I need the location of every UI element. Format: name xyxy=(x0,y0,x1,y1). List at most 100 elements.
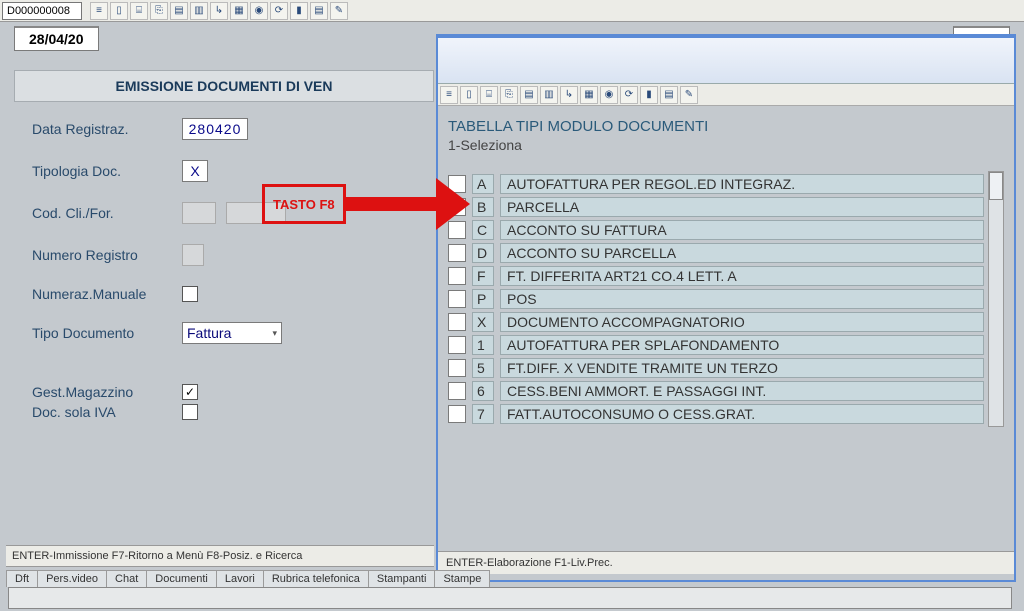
data-registraz-label: Data Registraz. xyxy=(32,121,172,137)
row-select-box[interactable] xyxy=(448,221,466,239)
toolbar-icon-10[interactable]: ▮ xyxy=(290,2,308,20)
row-select-box[interactable] xyxy=(448,405,466,423)
row-code: C xyxy=(472,220,494,240)
row-select-box[interactable] xyxy=(448,244,466,262)
toolbar-icon-9[interactable]: ⟳ xyxy=(620,86,638,104)
tab-stampanti[interactable]: Stampanti xyxy=(368,570,436,587)
row-code: 7 xyxy=(472,404,494,424)
list-row[interactable]: F FT. DIFFERITA ART21 CO.4 LETT. A xyxy=(448,266,984,286)
row-description: CESS.BENI AMMORT. E PASSAGGI INT. xyxy=(500,381,984,401)
tab-documenti[interactable]: Documenti xyxy=(146,570,217,587)
toolbar-icon-6[interactable]: ↳ xyxy=(560,86,578,104)
list-row[interactable]: CACCONTO SU FATTURA xyxy=(448,220,984,240)
tab-rubrica-telefonica[interactable]: Rubrica telefonica xyxy=(263,570,369,587)
tab-pers-video[interactable]: Pers.video xyxy=(37,570,107,587)
row-description: FT. DIFFERITA ART21 CO.4 LETT. A xyxy=(500,266,984,286)
toolbar-icon-7[interactable]: ▦ xyxy=(580,86,598,104)
row-description: ACCONTO SU PARCELLA xyxy=(500,243,984,263)
row-select-box[interactable] xyxy=(448,382,466,400)
toolbar-icon-6[interactable]: ↳ xyxy=(210,2,228,20)
row-description: AUTOFATTURA PER REGOL.ED INTEGRAZ. xyxy=(500,174,984,194)
tipo-documento-label: Tipo Documento xyxy=(32,325,172,341)
toolbar-icon-5[interactable]: ▥ xyxy=(190,2,208,20)
toolbar-icon-4[interactable]: ▤ xyxy=(170,2,188,20)
cod-cli-input-2[interactable] xyxy=(226,202,286,224)
numero-registro-label: Numero Registro xyxy=(32,247,172,263)
toolbar-icon-12[interactable]: ✎ xyxy=(680,86,698,104)
popup-subheading: 1-Seleziona xyxy=(448,137,1004,153)
toolbar-icon-7[interactable]: ▦ xyxy=(230,2,248,20)
tab-chat[interactable]: Chat xyxy=(106,570,147,587)
tipologia-doc-input[interactable]: X xyxy=(182,160,208,182)
toolbar-icon-5[interactable]: ▥ xyxy=(540,86,558,104)
numeraz-manuale-checkbox[interactable] xyxy=(182,286,198,302)
toolbar-icon-11[interactable]: ▤ xyxy=(660,86,678,104)
row-select-box[interactable] xyxy=(448,336,466,354)
toolbar-icon-1[interactable]: ▯ xyxy=(460,86,478,104)
row-select-box[interactable] xyxy=(448,313,466,331)
list-row[interactable]: D ACCONTO SU PARCELLA xyxy=(448,243,984,263)
popup-list: AAUTOFATTURA PER REGOL.ED INTEGRAZ. BPARC… xyxy=(448,171,984,427)
list-row[interactable]: BPARCELLA xyxy=(448,197,984,217)
numero-registro-input[interactable] xyxy=(182,244,204,266)
row-select-box[interactable] xyxy=(448,175,466,193)
cod-cli-input-1[interactable] xyxy=(182,202,216,224)
row-description: FATT.AUTOCONSUMO O CESS.GRAT. xyxy=(500,404,984,424)
popup-window: ≡▯⌸⎘▤▥↳▦◉⟳▮▤✎ TABELLA TIPI MODULO DOCUME… xyxy=(436,34,1016,582)
row-code: X xyxy=(472,312,494,332)
doc-sola-iva-checkbox[interactable] xyxy=(182,404,198,420)
toolbar-icon-12[interactable]: ✎ xyxy=(330,2,348,20)
toolbar-icon-11[interactable]: ▤ xyxy=(310,2,328,20)
tab-lavori[interactable]: Lavori xyxy=(216,570,264,587)
row-description: PARCELLA xyxy=(500,197,984,217)
scrollbar[interactable] xyxy=(988,171,1004,427)
tab-dft[interactable]: Dft xyxy=(6,570,38,587)
toolbar-icon-0[interactable]: ≡ xyxy=(90,2,108,20)
gest-magazzino-label: Gest.Magazzino xyxy=(32,384,172,400)
toolbar-icon-8[interactable]: ◉ xyxy=(250,2,268,20)
list-row[interactable]: 5FT.DIFF. X VENDITE TRAMITE UN TERZO xyxy=(448,358,984,378)
toolbar-icon-4[interactable]: ▤ xyxy=(520,86,538,104)
gest-magazzino-checkbox[interactable]: ✓ xyxy=(182,384,198,400)
toolbar-icon-2[interactable]: ⌸ xyxy=(130,2,148,20)
date-field: 28/04/20 xyxy=(14,26,99,51)
toolbar-icon-9[interactable]: ⟳ xyxy=(270,2,288,20)
popup-toolbar: ≡▯⌸⎘▤▥↳▦◉⟳▮▤✎ xyxy=(438,84,1014,106)
document-id-field[interactable]: D000000008 xyxy=(2,2,82,20)
tipologia-doc-label: Tipologia Doc. xyxy=(32,163,172,179)
list-row[interactable]: PPOS xyxy=(448,289,984,309)
row-select-box[interactable] xyxy=(448,198,466,216)
row-description: DOCUMENTO ACCOMPAGNATORIO xyxy=(500,312,984,332)
row-select-box[interactable] xyxy=(448,267,466,285)
list-row[interactable]: 7 FATT.AUTOCONSUMO O CESS.GRAT. xyxy=(448,404,984,424)
popup-heading: TABELLA TIPI MODULO DOCUMENTI xyxy=(448,118,1004,135)
main-status-bar: ENTER-Immissione F7-Ritorno a Menù F8-Po… xyxy=(6,545,434,567)
row-select-box[interactable] xyxy=(448,290,466,308)
toolbar-icon-8[interactable]: ◉ xyxy=(600,86,618,104)
list-row[interactable]: X DOCUMENTO ACCOMPAGNATORIO xyxy=(448,312,984,332)
data-registraz-input[interactable]: 280420 xyxy=(182,118,248,140)
tipo-documento-dropdown[interactable]: Fattura ▾ xyxy=(182,322,282,344)
list-row[interactable]: 1AUTOFATTURA PER SPLAFONDAMENTO xyxy=(448,335,984,355)
chevron-down-icon: ▾ xyxy=(272,328,277,339)
row-description: POS xyxy=(500,289,984,309)
bottom-panel xyxy=(8,587,1012,609)
list-row[interactable]: AAUTOFATTURA PER REGOL.ED INTEGRAZ. xyxy=(448,174,984,194)
tab-stampe[interactable]: Stampe xyxy=(434,570,490,587)
row-code: D xyxy=(472,243,494,263)
toolbar-icon-3[interactable]: ⎘ xyxy=(150,2,168,20)
toolbar-icon-3[interactable]: ⎘ xyxy=(500,86,518,104)
tipo-documento-value: Fattura xyxy=(187,325,231,341)
row-code: F xyxy=(472,266,494,286)
scrollbar-thumb[interactable] xyxy=(989,172,1003,200)
list-row[interactable]: 6CESS.BENI AMMORT. E PASSAGGI INT. xyxy=(448,381,984,401)
row-select-box[interactable] xyxy=(448,359,466,377)
tabs-bar: DftPers.videoChatDocumentiLavoriRubrica … xyxy=(6,570,489,587)
popup-titlebar[interactable] xyxy=(438,38,1014,84)
toolbar-icon-10[interactable]: ▮ xyxy=(640,86,658,104)
popup-status-bar: ENTER-Elaborazione F1-Liv.Prec. xyxy=(438,551,1014,574)
toolbar-icon-1[interactable]: ▯ xyxy=(110,2,128,20)
toolbar-icon-0[interactable]: ≡ xyxy=(440,86,458,104)
row-code: 1 xyxy=(472,335,494,355)
toolbar-icon-2[interactable]: ⌸ xyxy=(480,86,498,104)
